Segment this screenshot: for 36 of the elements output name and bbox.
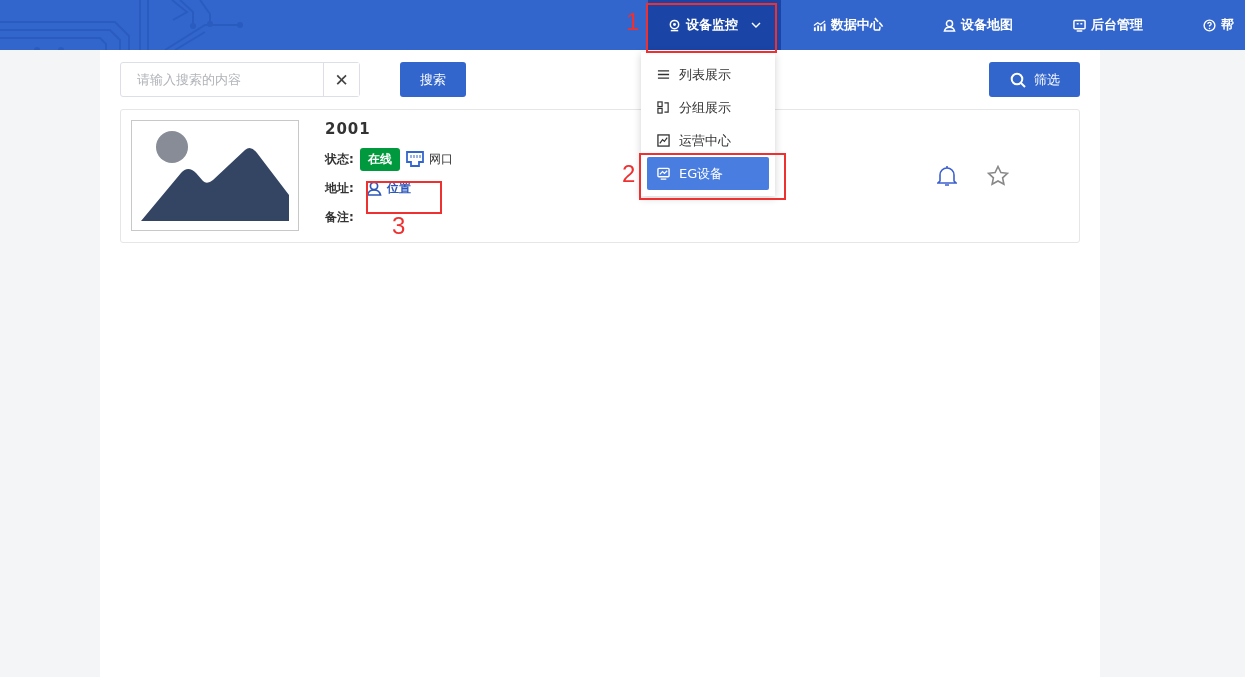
status-label: 状态: — [325, 150, 354, 168]
port-label: 网口 — [428, 150, 453, 168]
user-location-icon — [943, 18, 956, 32]
address-label: 地址: — [325, 179, 354, 197]
device-name: 2001 — [325, 120, 372, 140]
user-location-icon — [365, 180, 382, 197]
group-icon — [657, 101, 670, 114]
ethernet-port-icon — [405, 151, 424, 168]
nav-tab[interactable]: 设备地图 — [883, 0, 1013, 50]
step-number: 3 — [392, 212, 406, 240]
step-number: 2 — [622, 160, 636, 188]
list-icon — [657, 68, 670, 81]
nav-tab[interactable]: 设备监控 — [648, 0, 781, 50]
nav-tab[interactable]: 帮 — [1143, 0, 1234, 50]
menu-item[interactable]: 列表展示 — [647, 58, 769, 91]
menu-item[interactable]: EG设备 — [647, 157, 769, 190]
clear-button[interactable]: ✕ — [323, 63, 359, 96]
search-field[interactable]: 请输入搜索的内容 ✕ — [120, 62, 360, 97]
location-pin-icon — [668, 18, 681, 32]
bar-chart-icon — [813, 18, 826, 32]
note-label: 备注: — [325, 208, 354, 226]
filter-button[interactable]: 筛选 — [989, 62, 1080, 97]
menu-item[interactable]: 分组展示 — [647, 91, 769, 124]
nav-tab[interactable]: 数据中心 — [781, 0, 883, 50]
bell-icon[interactable] — [937, 164, 957, 187]
help-icon — [1203, 18, 1216, 32]
step-number: 1 — [626, 8, 640, 36]
nav-tab[interactable]: 后台管理 — [1013, 0, 1143, 50]
star-icon[interactable] — [987, 165, 1009, 186]
chart-icon — [657, 134, 670, 147]
status-badge: 在线 — [359, 147, 400, 171]
monitor-chart-icon — [657, 167, 670, 180]
search-button[interactable]: 搜索 — [400, 62, 466, 97]
menu-item[interactable]: 运营中心 — [647, 124, 769, 157]
monitor-icon — [1073, 18, 1086, 32]
search-icon — [1009, 71, 1026, 88]
